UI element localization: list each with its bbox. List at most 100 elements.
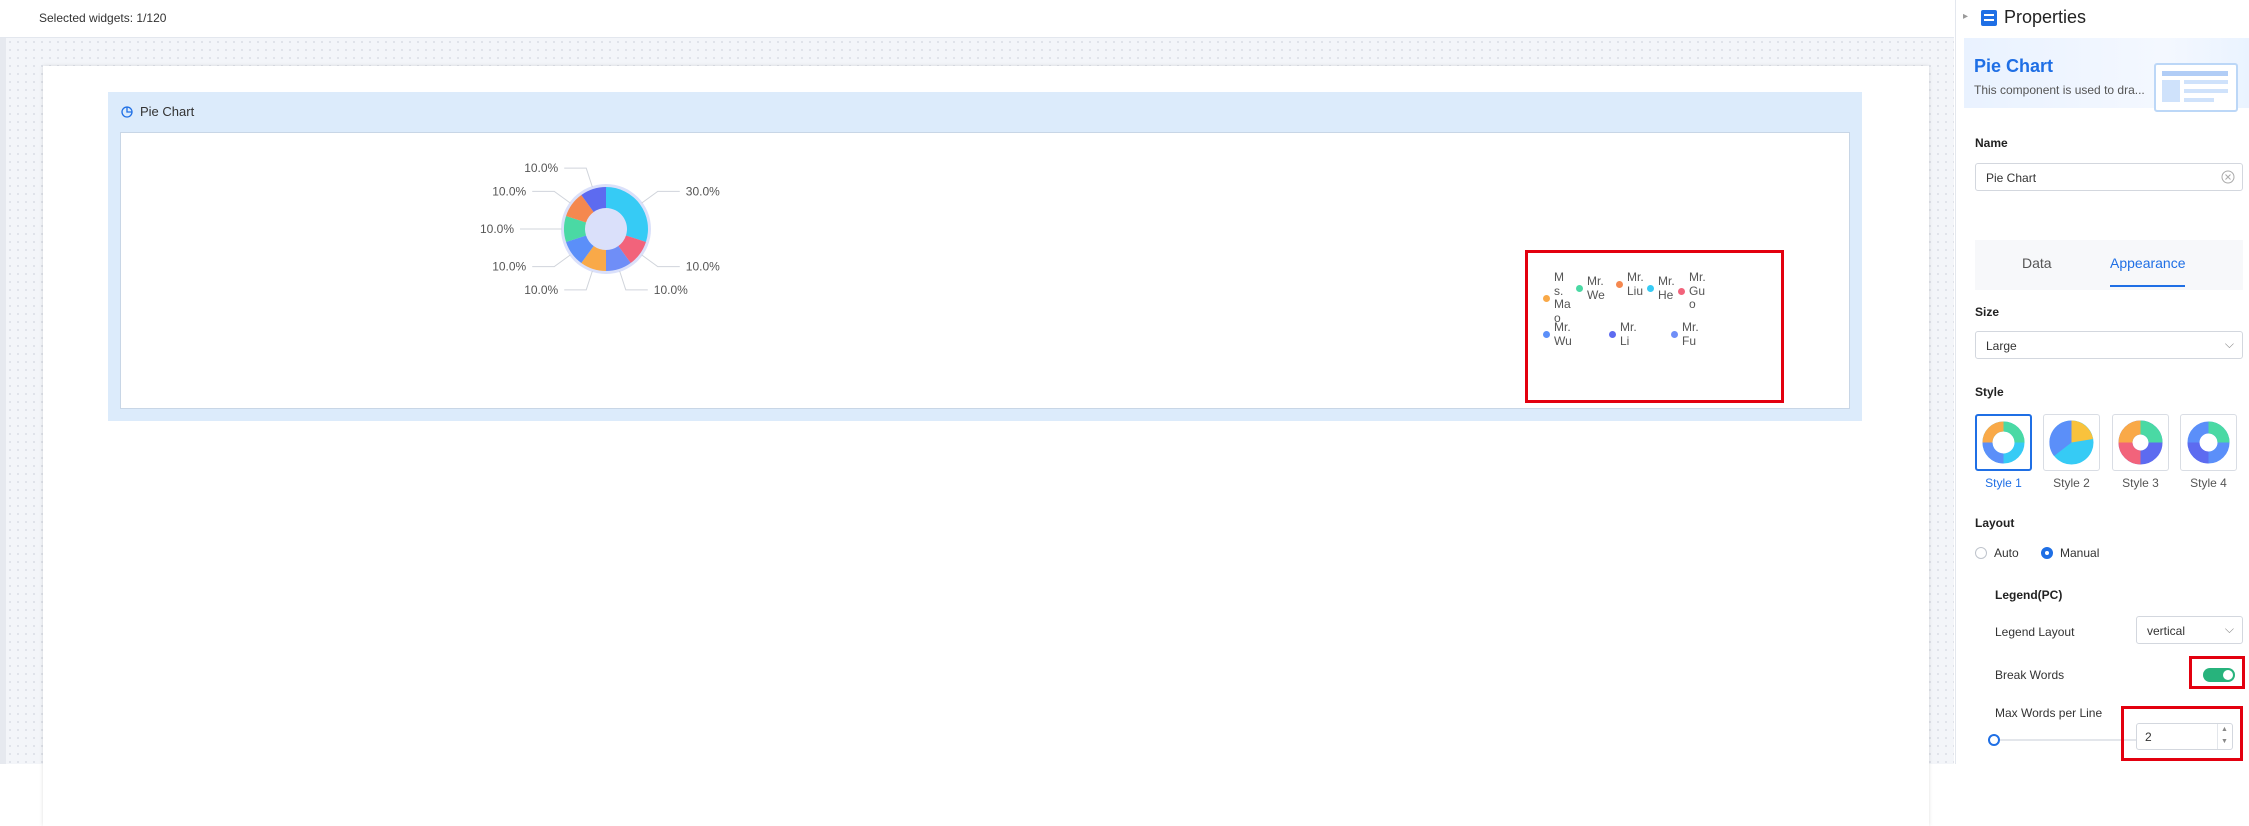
legend-pc-label: Legend(PC) xyxy=(1995,588,2063,602)
max-words-input[interactable]: 2 ▲ ▼ xyxy=(2136,723,2233,750)
name-label: Name xyxy=(1975,136,2008,150)
active-tab-indicator xyxy=(2110,285,2185,287)
legend-label: Mr.Li xyxy=(1620,320,1637,348)
style-option-4[interactable] xyxy=(2180,414,2237,471)
properties-panel: ▸ Properties Pie Chart This component is… xyxy=(1955,0,2249,764)
style-option-2[interactable] xyxy=(2043,414,2100,471)
component-banner: Pie Chart This component is used to dra.… xyxy=(1964,38,2249,112)
widget-title: Pie Chart xyxy=(121,104,194,119)
layout-auto-radio[interactable]: Auto xyxy=(1975,546,2019,560)
radio-circle-selected xyxy=(2041,547,2053,559)
legend-item[interactable]: Mr.Liu xyxy=(1616,270,1645,298)
donut-style-4-icon xyxy=(2187,421,2230,464)
pie-percent-label: 10.0% xyxy=(524,283,558,297)
legend-item[interactable]: Mr.We xyxy=(1576,274,1605,302)
chevron-down-icon: ⌵ xyxy=(2224,337,2234,351)
break-words-toggle[interactable] xyxy=(2203,668,2235,682)
layout-manual-label: Manual xyxy=(2060,546,2100,560)
chart-area: 30.0% 10.0% 10.0% 10.0% 10.0% 10.0% 10.0% 10.0%… xyxy=(120,132,1850,409)
pie-chart-widget[interactable]: Pie Chart 30.0% 10.0% 10.0% 10.0% 10.0% 10.0%… xyxy=(108,92,1862,421)
legend-label: Mr.Liu xyxy=(1627,270,1644,298)
legend-label: Mr.Wu xyxy=(1554,320,1572,348)
panel-header: ▸ Properties xyxy=(1956,0,2249,36)
style-option-3[interactable] xyxy=(2112,414,2169,471)
pie-percent-label: 10.0% xyxy=(492,184,526,198)
name-input[interactable]: Pie Chart xyxy=(1975,163,2243,191)
chevron-up-icon[interactable]: ▲ xyxy=(2221,726,2228,734)
legend-marker xyxy=(1609,331,1616,338)
design-canvas[interactable]: Pie Chart 30.0% 10.0% 10.0% 10.0% 10.0% 10.0%… xyxy=(0,38,1954,826)
pie-label-leader xyxy=(532,254,571,268)
legend-item[interactable]: Mr.Wu xyxy=(1543,320,1572,348)
size-select[interactable]: Large ⌵ xyxy=(1975,331,2243,359)
break-words-label: Break Words xyxy=(1995,668,2065,682)
pie-percent-label: 10.0% xyxy=(480,222,514,236)
banner-illustration xyxy=(2154,63,2238,112)
legend-layout-value: vertical xyxy=(2147,624,2186,638)
name-input-value: Pie Chart xyxy=(1986,171,2037,185)
chevron-down-icon[interactable]: ▼ xyxy=(2221,738,2228,746)
max-words-label: Max Words per Line xyxy=(1995,706,2103,720)
canvas-page[interactable]: Pie Chart 30.0% 10.0% 10.0% 10.0% 10.0% 10.0%… xyxy=(43,66,1929,826)
legend-label: Mr.Fu xyxy=(1682,320,1699,348)
banner-title: Pie Chart xyxy=(1974,56,2054,76)
legend-item[interactable]: Mr.Li xyxy=(1609,320,1638,348)
style-3-label: Style 3 xyxy=(2122,476,2159,490)
legend-marker xyxy=(1543,294,1550,302)
tab-appearance[interactable]: Appearance xyxy=(2110,255,2186,271)
pie-style-3-icon xyxy=(2118,420,2163,465)
max-words-value: 2 xyxy=(2145,730,2152,744)
legend-label: Mr.He xyxy=(1658,274,1675,302)
selected-widgets-count: Selected widgets: 1/120 xyxy=(39,11,167,25)
pie-label-leader xyxy=(564,167,593,188)
layout-auto-label: Auto xyxy=(1994,546,2019,560)
top-bar: Selected widgets: 1/120 xyxy=(0,0,1954,38)
chart-legend: Ms.Mao Mr.We Mr.Liu Mr.He Mr.Guo Mr.Wu Mr.Li Mr… xyxy=(1525,250,1784,403)
size-select-value: Large xyxy=(1986,339,2017,353)
pie-label-leader xyxy=(619,270,648,291)
tab-data[interactable]: Data xyxy=(2022,255,2052,271)
pie-label-leader xyxy=(641,254,680,268)
legend-marker xyxy=(1543,331,1550,338)
legend-item[interactable]: Mr.Guo xyxy=(1678,270,1707,312)
pie-label-leader xyxy=(564,270,593,291)
legend-marker xyxy=(1576,285,1583,292)
legend-item[interactable]: Ms.Mao xyxy=(1543,270,1572,325)
pie-label-leader xyxy=(532,190,571,204)
pie-percent-label: 10.0% xyxy=(492,260,526,274)
style-4-label: Style 4 xyxy=(2190,476,2227,490)
collapse-caret-icon[interactable]: ▸ xyxy=(1963,11,1968,22)
max-words-slider-handle[interactable] xyxy=(1988,734,2000,746)
pie-percent-label: 10.0% xyxy=(654,283,688,297)
banner-description: This component is used to dra... xyxy=(1974,83,2145,97)
legend-label: Mr.Guo xyxy=(1689,270,1706,311)
legend-item[interactable]: Mr.Fu xyxy=(1671,320,1700,348)
size-label: Size xyxy=(1975,305,2000,319)
clear-icon[interactable] xyxy=(2221,170,2235,184)
style-label: Style xyxy=(1975,385,2004,399)
stepper-arrows[interactable]: ▲ ▼ xyxy=(2217,724,2232,749)
legend-marker xyxy=(1678,287,1685,295)
pie-percent-label: 10.0% xyxy=(524,161,558,175)
style-1-label: Style 1 xyxy=(1985,476,2022,490)
pie-percent-label: 10.0% xyxy=(686,260,720,274)
pie-chart-icon xyxy=(121,105,133,118)
widget-title-text: Pie Chart xyxy=(140,104,195,119)
legend-label: Ms.Mao xyxy=(1554,270,1571,325)
pie-style-2-icon xyxy=(2049,420,2094,465)
legend-marker xyxy=(1647,285,1654,292)
legend-item[interactable]: Mr.He xyxy=(1647,274,1676,302)
chevron-down-icon: ⌵ xyxy=(2224,622,2234,636)
legend-layout-label: Legend Layout xyxy=(1995,625,2075,639)
legend-layout-select[interactable]: vertical ⌵ xyxy=(2136,616,2243,644)
pie-label-leader xyxy=(641,190,680,204)
style-2-label: Style 2 xyxy=(2053,476,2090,490)
legend-marker xyxy=(1671,331,1678,338)
layout-label: Layout xyxy=(1975,516,2015,530)
pie-percent-label: 30.0% xyxy=(686,184,720,198)
panel-title: Properties xyxy=(2004,7,2087,27)
style-option-1[interactable] xyxy=(1975,414,2032,471)
properties-icon xyxy=(1981,10,1997,26)
donut-style-1-icon xyxy=(1982,421,2025,464)
layout-manual-radio[interactable]: Manual xyxy=(2041,546,2099,560)
